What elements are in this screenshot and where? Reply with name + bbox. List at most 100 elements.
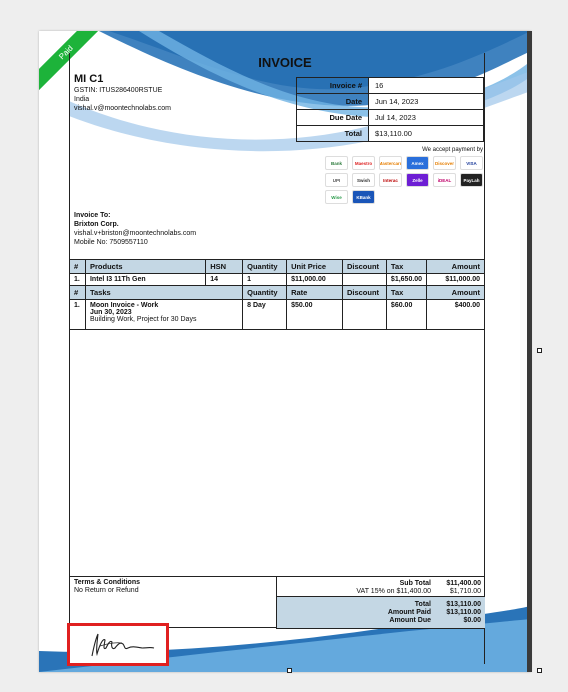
tasks-header-row: # Tasks Quantity Rate Discount Tax Amoun… [69,285,485,300]
task-name: Moon Invoice - Work [89,302,159,309]
total-row: VAT 15% on $11,400.00 $1,710.00 [276,588,486,597]
terms-heading: Terms & Conditions [74,579,140,586]
company-name: MI C1 [74,73,104,85]
line-items-table: # Products HSN Quantity Unit Price Disco… [69,259,485,330]
zelle-logo: Zelle [406,173,429,187]
col-header: Tax [385,285,428,300]
signature-image [91,633,155,657]
col-header: # [69,259,86,274]
client-email: vishal.v+briston@moontechnolabs.com [74,230,197,237]
invoice-page: Paid INVOICE MI C1 GSTIN: ITUS286400RSTU… [39,31,531,672]
col-header: Tasks [84,285,244,300]
cell: 1. [69,299,86,330]
total-label: Sub Total [276,577,435,588]
invoice-meta-table: Invoice #16 Date Jun 14, 2023 Due Date Jul… [296,77,484,142]
total-row: Total $13,110.00 [276,596,485,609]
meta-label: Date [296,93,369,110]
amex-logo: Amex [406,156,429,170]
cell: 8 Day [242,299,288,330]
bill-to-heading: Invoice To: [74,212,111,219]
task-date: Jun 30, 2023 [89,309,132,316]
maestro-logo: Maestro [352,156,375,170]
terms-text: No Return or Refund [74,587,139,594]
bill-to: Invoice To: Brixton Corp. vishal.v+brist… [74,211,196,247]
company-email: vishal.v@moontechnolabs.com [74,105,171,112]
meta-label: Invoice # [296,77,369,94]
signature-box[interactable] [67,623,169,666]
swish-logo: Swish [352,173,375,187]
resize-handle[interactable] [537,348,542,353]
total-value: $13,110.00 [435,596,485,609]
total-value: $11,400.00 [446,580,481,587]
cell: 1. [69,273,86,286]
total-row: Amount Due $0.00 [276,617,485,629]
col-header: Rate [286,285,343,300]
meta-label: Total [296,125,369,142]
total-value: $1,710.00 [449,588,481,595]
payment-methods: We accept payment by Bank Maestro Master… [297,147,483,204]
meta-value: Jul 14, 2023 [368,109,484,126]
total-label: VAT 15% on $11,400.00 [276,588,435,597]
meta-value: 16 [368,77,484,94]
resize-handle[interactable] [537,668,542,673]
bank-logo: Bank [325,156,348,170]
total-value: $0.00 [435,617,485,629]
total-label: Total [276,596,435,609]
cell: 14 [205,273,244,286]
invoice-frame [69,53,485,664]
totals-table: Sub Total $11,400.00 VAT 15% on $11,400.… [276,577,485,629]
product-row: 1. Intel I3 11Th Gen 14 1 $11,000.00 $1,… [69,273,485,286]
total-row: Sub Total $11,400.00 [276,577,486,588]
cell: $400.00 [426,299,485,330]
cell: $11,000.00 [286,273,343,286]
client-name: Brixton Corp. [74,221,119,228]
col-header: Quantity [242,285,288,300]
col-header: Tax [385,259,428,274]
total-label: Amount Due [276,617,435,629]
invoice-title: INVOICE [258,55,312,70]
col-header: Amount [426,285,485,300]
cell: 1 [242,273,288,286]
total-label: Amount Paid [276,609,435,617]
meta-value: Jun 14, 2023 [368,93,484,110]
cell: $60.00 [385,299,428,330]
col-header: HSN [205,259,244,274]
meta-label: Due Date [296,109,369,126]
total-row: Amount Paid $13,110.00 [276,609,485,617]
total-value: $13,110.00 [446,609,481,616]
paylah-logo: PayLah [460,173,483,187]
cell: $11,000.00 [426,273,485,286]
cell [341,299,387,330]
resize-handle[interactable] [287,668,292,673]
col-header: Discount [341,259,387,274]
col-header: Amount [426,259,485,274]
ideal-logo: iDEAL [433,173,456,187]
company-gstin: GSTIN: ITUS286400RSTUE [74,87,163,94]
task-cell: Moon Invoice - Work Jun 30, 2023 Buildin… [84,299,244,330]
visa-logo: VISA [460,156,483,170]
payment-logos: Bank Maestro Mastercard Amex Discover VI… [297,156,483,204]
kbank-logo: KBank [352,190,375,204]
mastercard-logo: Mastercard [379,156,402,170]
products-header-row: # Products HSN Quantity Unit Price Disco… [69,259,485,274]
col-header: Quantity [242,259,288,274]
page-edge [527,31,532,672]
task-row: 1. Moon Invoice - Work Jun 30, 2023 Buil… [69,299,485,330]
cell: $1,650.00 [385,273,428,286]
col-header: Products [84,259,207,274]
terms: Terms & Conditions No Return or Refund [74,579,140,595]
meta-value: $13,110.00 [368,125,484,142]
interac-logo: Interac [379,173,402,187]
upi-logo: UPI [325,173,348,187]
payment-heading: We accept payment by [422,147,483,153]
col-header: Discount [341,285,387,300]
company-info: MI C1 GSTIN: ITUS286400RSTUE India visha… [74,73,171,113]
cell [341,273,387,286]
client-mobile: Mobile No: 7509557110 [74,239,148,246]
col-header: # [69,285,86,300]
cell: $50.00 [286,299,343,330]
col-header: Unit Price [286,259,343,274]
discover-logo: Discover [433,156,456,170]
task-desc: Building Work, Project for 30 Days [89,316,197,323]
cell: Intel I3 11Th Gen [84,273,207,286]
